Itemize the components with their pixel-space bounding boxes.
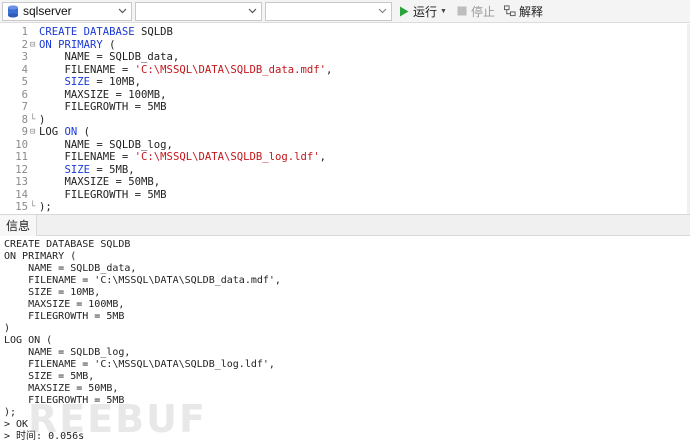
output-line: > 时间: 0.056s [4,431,85,442]
line-number: 1 [21,26,28,38]
output-line: SIZE = 5MB, [4,371,95,382]
output-line: MAXSIZE = 100MB, [4,299,125,310]
editor-line[interactable]: 2 ⊟ ON PRIMARY ( [0,39,690,52]
code-text: CREATE DATABASE SQLDB [39,26,173,38]
output-line: ON PRIMARY ( [4,251,77,262]
connection-select[interactable]: sqlserver [2,1,132,21]
line-number: 14 [15,188,28,201]
code-text: LOG ON ( [39,126,91,138]
stop-icon [456,5,468,17]
run-dropdown-icon[interactable]: ▼ [440,8,447,15]
output-line: LOG ON ( [4,335,53,346]
output-line: MAXSIZE = 50MB, [4,383,119,394]
code-text: ) [39,113,46,126]
line-number: 12 [15,163,28,176]
output-line: FILENAME = 'C:\MSSQL\DATA\SQLDB_data.mdf… [4,275,281,286]
code-text: SIZE = 5MB, [64,163,135,176]
line-number: 15 [15,201,28,213]
run-label: 运行 [413,4,438,19]
explain-button[interactable]: 解释 [501,2,546,21]
editor-line[interactable]: 6 MAXSIZE = 100MB, [0,89,690,102]
line-number: 11 [15,151,28,163]
connection-select-value: sqlserver [23,4,72,18]
database-select[interactable] [135,1,262,21]
editor-line[interactable]: 13 MAXSIZE = 50MB, [0,176,690,189]
line-number: 8 [21,113,28,126]
tab-info[interactable]: 信息 [0,215,38,236]
code-text: FILENAME = 'C:\MSSQL\DATA\SQLDB_log.ldf'… [39,151,327,163]
output-line: FILENAME = 'C:\MSSQL\DATA\SQLDB_log.ldf'… [4,359,275,370]
stop-button[interactable]: 停止 [453,2,498,21]
chevron-down-icon [377,6,387,16]
fold-toggle-icon[interactable]: ⊟ [30,39,38,52]
code-text: NAME = SQLDB_log, [39,138,173,151]
line-number: 4 [21,63,28,76]
output-line: ); [4,407,17,418]
editor-line[interactable]: 4 FILENAME = 'C:\MSSQL\DATA\SQLDB_data.m… [0,64,690,77]
editor-line[interactable]: 8 └) [0,114,690,127]
editor-line[interactable]: 12 SIZE = 5MB, [0,164,690,177]
editor-line[interactable]: 3 NAME = SQLDB_data, [0,51,690,64]
output-line: SIZE = 10MB, [4,287,101,298]
output-line: > OK [4,419,29,430]
editor-line[interactable]: 5 SIZE = 10MB, [0,76,690,89]
fold-toggle-icon[interactable]: ⊟ [30,126,38,139]
code-text: FILEGROWTH = 5MB [39,188,167,201]
code-text: MAXSIZE = 100MB, [39,88,167,101]
chevron-down-icon [117,6,127,16]
database-icon [6,4,20,18]
sql-editor[interactable]: 1 CREATE DATABASE SQLDB 2 ⊟ ON PRIMARY (3 NA… [0,24,690,214]
line-number: 13 [15,176,28,188]
output-line: NAME = SQLDB_data, [4,263,137,274]
output-line: NAME = SQLDB_log, [4,347,131,358]
stop-label: 停止 [470,4,495,19]
line-number: 10 [15,138,28,151]
output-line: FILEGROWTH = 5MB [4,311,125,322]
toolbar: sqlserver 运行 ▼ 停止 解释 [0,0,690,23]
code-text: NAME = SQLDB_data, [39,51,180,63]
code-text: FILEGROWTH = 5MB [39,101,167,113]
message-output: CREATE DATABASE SQLDB ON PRIMARY ( NAME =… [0,236,690,443]
line-number: 3 [21,51,28,63]
explain-icon [503,5,516,17]
fold-guide: └ [30,114,36,125]
code-text: FILENAME = 'C:\MSSQL\DATA\SQLDB_data.mdf… [39,63,333,76]
result-tabbar: 信息 [0,214,690,236]
editor-line[interactable]: 7 FILEGROWTH = 5MB [0,101,690,114]
line-number: 6 [21,88,28,101]
fold-guide: └ [30,202,36,212]
editor-line[interactable]: 1 CREATE DATABASE SQLDB [0,26,690,39]
schema-select[interactable] [265,1,392,21]
editor-line[interactable]: 9 ⊟ LOG ON ( [0,126,690,139]
editor-line[interactable]: 14 FILEGROWTH = 5MB [0,189,690,202]
code-text: SIZE = 10MB, [64,76,142,88]
line-number: 9 [21,126,28,138]
line-number: 7 [21,101,28,113]
output-line: CREATE DATABASE SQLDB [4,239,131,250]
output-line: FILEGROWTH = 5MB [4,395,125,406]
chevron-down-icon [247,6,257,16]
output-line: ) [4,323,11,334]
editor-line[interactable]: 11 FILENAME = 'C:\MSSQL\DATA\SQLDB_log.l… [0,151,690,164]
code-text: MAXSIZE = 50MB, [39,176,161,188]
code-text: ON PRIMARY ( [39,38,116,51]
explain-label: 解释 [518,4,543,19]
code-text: ); [39,201,52,213]
editor-line[interactable]: 10 NAME = SQLDB_log, [0,139,690,152]
line-number: 2 [21,38,28,51]
editor-line[interactable]: 15 └); [0,201,690,214]
line-number: 5 [21,76,28,88]
play-icon [398,5,410,17]
run-button[interactable]: 运行 ▼ [395,2,450,21]
